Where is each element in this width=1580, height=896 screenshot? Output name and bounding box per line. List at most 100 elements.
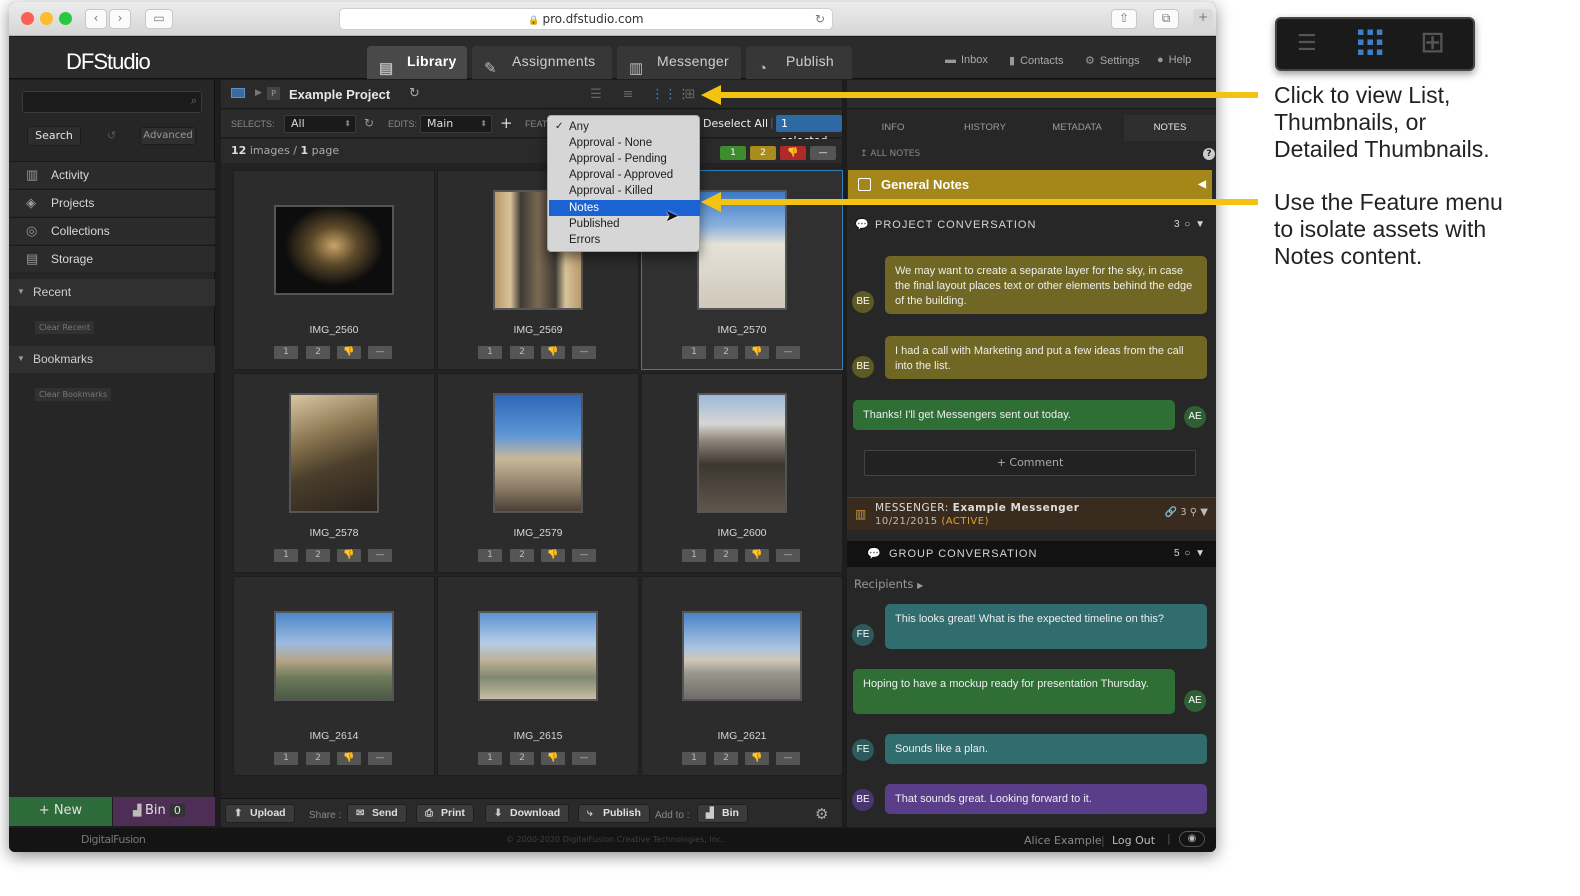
- clear-button[interactable]: —: [776, 549, 800, 562]
- tabs-overview-icon[interactable]: ⧉: [1153, 9, 1179, 29]
- image-card[interactable]: IMG_2560 1 2 👎 —: [233, 170, 435, 370]
- image-card[interactable]: IMG_2579 1 2 👎 —: [437, 373, 639, 573]
- search-input[interactable]: ⌕: [22, 91, 202, 113]
- messenger-row[interactable]: ▥ MESSENGER: Example Messenger 10/21/201…: [847, 497, 1216, 530]
- kill-button[interactable]: 👎: [745, 549, 769, 562]
- bin-button[interactable]: ▟ Bin 0: [113, 797, 215, 826]
- settings-link[interactable]: ⚙ Settings: [1085, 54, 1140, 67]
- publish-button[interactable]: ⤷ Publish: [578, 804, 650, 823]
- select-2-button[interactable]: 2: [510, 346, 534, 359]
- kill-button[interactable]: 👎: [541, 346, 565, 359]
- upload-button[interactable]: ⬆ Upload: [225, 804, 295, 823]
- help-link[interactable]: ● Help: [1157, 54, 1191, 66]
- select-1-button[interactable]: 1: [274, 549, 298, 562]
- filter-none-badge[interactable]: —: [810, 146, 836, 160]
- kill-button[interactable]: 👎: [745, 752, 769, 765]
- clear-button[interactable]: —: [776, 752, 800, 765]
- select-2-button[interactable]: 2: [306, 549, 330, 562]
- tab-assignments[interactable]: ✎ Assignments: [472, 46, 612, 79]
- refresh-icon[interactable]: ↻: [364, 116, 374, 130]
- detailed-list-view-icon[interactable]: ☰: [588, 87, 604, 103]
- new-button[interactable]: + New: [9, 797, 112, 826]
- add-comment-button[interactable]: + Comment: [864, 450, 1196, 476]
- kill-button[interactable]: 👎: [541, 549, 565, 562]
- select-2-button[interactable]: 2: [510, 549, 534, 562]
- filter-2-badge[interactable]: 2: [750, 146, 776, 160]
- feature-option-approval-none[interactable]: Approval - None: [549, 135, 700, 151]
- eye-icon[interactable]: ◉: [1179, 831, 1205, 847]
- close-window-icon[interactable]: [21, 12, 34, 25]
- add-edit-icon[interactable]: +: [500, 114, 513, 132]
- gear-icon[interactable]: ⚙: [815, 805, 828, 823]
- select-2-button[interactable]: 2: [714, 752, 738, 765]
- kill-button[interactable]: 👎: [337, 346, 361, 359]
- bookmarks-section-header[interactable]: ▼ Bookmarks: [9, 346, 215, 373]
- kill-button[interactable]: 👎: [745, 346, 769, 359]
- feature-option-approval-killed[interactable]: Approval - Killed: [549, 183, 700, 199]
- tab-info[interactable]: INFO: [847, 115, 939, 141]
- general-notes-bar[interactable]: General Notes ◀: [848, 170, 1212, 200]
- clear-button[interactable]: —: [368, 549, 392, 562]
- address-bar[interactable]: 🔒 pro.dfstudio.com ↻: [339, 8, 833, 30]
- reload-icon[interactable]: ↻: [815, 9, 825, 29]
- selects-dropdown[interactable]: All ⬍: [284, 115, 356, 133]
- feature-option-any[interactable]: ✓ Any: [549, 119, 700, 135]
- select-1-button[interactable]: 1: [478, 549, 502, 562]
- select-2-button[interactable]: 2: [714, 549, 738, 562]
- reset-icon[interactable]: ↺: [107, 129, 116, 142]
- edits-dropdown[interactable]: Main ⬍: [420, 115, 492, 133]
- image-thumbnail[interactable]: [289, 393, 379, 513]
- image-thumbnail[interactable]: [274, 611, 394, 701]
- sidebar-toggle-icon[interactable]: ▭: [145, 9, 173, 29]
- filter-killed-badge[interactable]: 👎: [780, 146, 806, 160]
- select-1-button[interactable]: 1: [274, 752, 298, 765]
- all-notes-link[interactable]: ↥ ALL NOTES: [860, 149, 920, 159]
- add-to-bin-button[interactable]: ▟ Bin: [697, 804, 748, 823]
- select-2-button[interactable]: 2: [306, 346, 330, 359]
- tab-library[interactable]: ▤ Library: [367, 46, 467, 79]
- select-1-button[interactable]: 1: [682, 752, 706, 765]
- minimize-window-icon[interactable]: [40, 12, 53, 25]
- feature-option-approval-pending[interactable]: Approval - Pending: [549, 151, 700, 167]
- forward-icon[interactable]: ›: [109, 9, 131, 29]
- tab-publish[interactable]: ◔ Publish: [746, 46, 852, 79]
- refresh-icon[interactable]: ↻: [409, 86, 420, 101]
- feature-option-errors[interactable]: Errors: [549, 232, 700, 248]
- image-thumbnail[interactable]: [493, 393, 583, 513]
- sidebar-item-projects[interactable]: ◈ Projects: [9, 189, 215, 216]
- clear-button[interactable]: —: [572, 346, 596, 359]
- clear-bookmarks-button[interactable]: Clear Bookmarks: [34, 387, 113, 402]
- tab-messenger[interactable]: ▥ Messenger: [617, 46, 741, 79]
- tab-metadata[interactable]: METADATA: [1031, 115, 1123, 141]
- project-conversation-header[interactable]: 💬 PROJECT CONVERSATION 3 ○ ▼: [847, 212, 1216, 238]
- select-1-button[interactable]: 1: [478, 346, 502, 359]
- image-thumbnail[interactable]: [682, 611, 802, 701]
- image-thumbnail[interactable]: [697, 393, 787, 513]
- recipients-toggle[interactable]: Recipients ▶: [854, 577, 923, 591]
- deselect-all-link[interactable]: Deselect All: [703, 117, 768, 130]
- inbox-link[interactable]: ▬ Inbox: [945, 54, 988, 66]
- print-button[interactable]: ⎙ Print: [416, 804, 474, 823]
- new-tab-icon[interactable]: +: [1193, 9, 1213, 29]
- clear-button[interactable]: —: [572, 752, 596, 765]
- share-icon[interactable]: ⇧: [1111, 9, 1137, 29]
- image-card[interactable]: IMG_2614 1 2 👎 —: [233, 576, 435, 776]
- image-card[interactable]: IMG_2615 1 2 👎 —: [437, 576, 639, 776]
- back-icon[interactable]: ‹: [85, 9, 107, 29]
- kill-button[interactable]: 👎: [541, 752, 565, 765]
- help-icon[interactable]: ?: [1203, 148, 1215, 160]
- select-1-button[interactable]: 1: [274, 346, 298, 359]
- select-2-button[interactable]: 2: [510, 752, 534, 765]
- detailed-thumbnails-view-icon[interactable]: ⊞: [682, 87, 698, 103]
- select-1-button[interactable]: 1: [682, 346, 706, 359]
- kill-button[interactable]: 👎: [337, 549, 361, 562]
- image-thumbnail[interactable]: [478, 611, 598, 701]
- contacts-link[interactable]: ▮ Contacts: [1009, 54, 1063, 67]
- thumbnails-view-icon[interactable]: ⋮⋮⋮: [651, 87, 690, 103]
- feature-option-approval-approved[interactable]: Approval - Approved: [549, 167, 700, 183]
- send-button[interactable]: ✉ Send: [347, 804, 407, 823]
- select-2-button[interactable]: 2: [714, 346, 738, 359]
- group-conversation-header[interactable]: 💬 GROUP CONVERSATION 5 ○ ▼: [847, 541, 1216, 567]
- sidebar-item-activity[interactable]: ▥ Activity: [9, 161, 215, 188]
- advanced-search-button[interactable]: Advanced: [140, 127, 196, 145]
